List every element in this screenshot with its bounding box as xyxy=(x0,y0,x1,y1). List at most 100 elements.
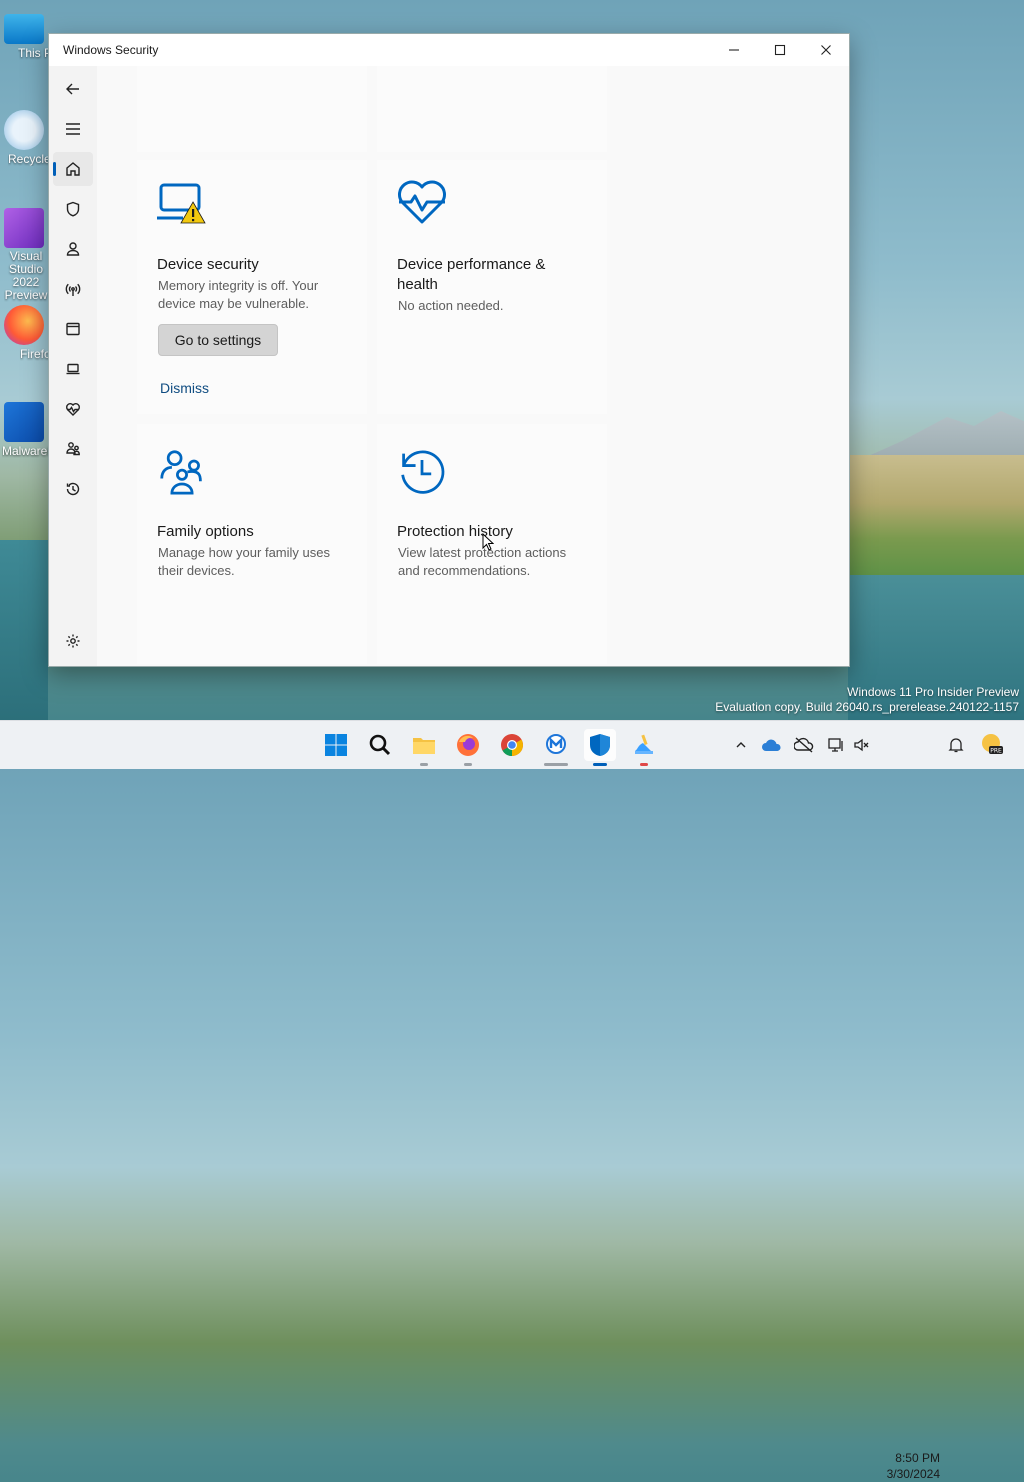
taskbar-chrome[interactable] xyxy=(496,729,528,761)
card-family-options[interactable]: Family options Manage how your family us… xyxy=(137,424,367,664)
malwarebytes-icon xyxy=(4,402,44,442)
tray-onedrive[interactable] xyxy=(762,735,782,755)
navigation-rail xyxy=(49,66,97,666)
back-button[interactable] xyxy=(53,72,93,106)
wallpaper-reeds xyxy=(848,455,1024,575)
tray-volume[interactable] xyxy=(852,735,872,755)
window-title: Windows Security xyxy=(63,43,159,57)
monitor-icon xyxy=(4,14,44,44)
search-button[interactable] xyxy=(364,729,396,761)
nav-family-options[interactable] xyxy=(53,432,93,466)
taskbar-file-explorer[interactable] xyxy=(408,729,440,766)
show-hidden-icons-button[interactable] xyxy=(731,735,751,755)
taskbar: 8:50 PM 3/30/2024 PRE xyxy=(0,720,1024,1481)
taskbar-malwarebytes[interactable] xyxy=(540,729,572,766)
taskbar-windows-security[interactable] xyxy=(584,729,616,766)
running-indicator xyxy=(640,763,648,766)
running-indicator xyxy=(544,763,568,766)
taskbar-clock[interactable]: 8:50 PM 3/30/2024 xyxy=(880,1450,940,1482)
broadcast-icon xyxy=(65,283,81,296)
close-button[interactable] xyxy=(803,34,849,66)
clock-date: 3/30/2024 xyxy=(886,1467,940,1481)
firefox-icon xyxy=(457,734,479,756)
visual-studio-icon xyxy=(4,208,44,248)
device-security-title: Device security xyxy=(157,256,259,273)
history-clock-icon xyxy=(401,450,445,494)
svg-text:PRE: PRE xyxy=(990,748,1002,755)
desktop-icon-firefox[interactable]: Firefox xyxy=(0,305,48,361)
malwarebytes-icon xyxy=(546,734,566,754)
mouse-cursor-icon xyxy=(482,533,494,551)
notifications-button[interactable] xyxy=(946,735,966,755)
firefox-icon xyxy=(4,305,44,345)
title-bar[interactable]: Windows Security xyxy=(49,34,849,66)
desktop-icon-this-pc[interactable]: This PC xyxy=(0,12,48,60)
nav-home[interactable] xyxy=(53,152,93,186)
card-device-security[interactable]: Device security Memory integrity is off.… xyxy=(137,160,367,414)
active-indicator xyxy=(593,763,607,766)
minimize-icon xyxy=(729,49,739,51)
go-to-settings-button[interactable]: Go to settings xyxy=(158,324,278,356)
nav-settings[interactable] xyxy=(53,624,93,658)
search-icon xyxy=(369,734,391,756)
nav-device-security[interactable] xyxy=(53,352,93,386)
copilot-preview-button[interactable]: PRE xyxy=(980,732,1004,756)
card-partial-right xyxy=(377,66,607,152)
family-icon xyxy=(66,442,80,456)
desktop-icon-visual-studio[interactable]: Visual Studio 2022 Preview xyxy=(0,208,48,302)
copilot-pre-icon: PRE xyxy=(982,734,1003,755)
running-indicator xyxy=(464,763,472,766)
nav-virus-protection[interactable] xyxy=(53,192,93,226)
taskbar-paint[interactable] xyxy=(628,729,660,766)
windows-security-window: Windows Security Device security Memory … xyxy=(48,33,850,667)
watermark-line2: Evaluation copy. Build 26040.rs_prerelea… xyxy=(715,700,1019,714)
watermark-line1: Windows 11 Pro Insider Preview xyxy=(847,685,1019,699)
nav-protection-history[interactable] xyxy=(53,472,93,506)
main-content: Device security Memory integrity is off.… xyxy=(97,66,849,666)
paint-icon xyxy=(635,734,653,754)
back-arrow-icon xyxy=(66,83,79,95)
chevron-up-icon xyxy=(736,742,746,748)
gear-icon xyxy=(66,634,80,648)
menu-button[interactable] xyxy=(53,112,93,146)
card-device-performance[interactable]: Device performance & health No action ne… xyxy=(377,160,607,414)
windows-logo-icon xyxy=(325,734,347,756)
nav-firewall[interactable] xyxy=(53,272,93,306)
desktop-icon-label: Recycle Bin xyxy=(8,152,48,166)
desktop-icon-label: Visual Studio 2022 Preview xyxy=(4,250,48,302)
shield-icon xyxy=(590,734,610,756)
wallpaper-water-left xyxy=(0,540,48,720)
tray-network[interactable] xyxy=(826,735,846,755)
tray-onedrive-offline[interactable] xyxy=(794,735,814,755)
os-watermark: Windows 11 Pro Insider Preview Evaluatio… xyxy=(715,685,1019,715)
maximize-icon xyxy=(774,44,786,56)
family-options-title: Family options xyxy=(157,523,254,540)
network-icon xyxy=(828,738,843,752)
nav-device-performance[interactable] xyxy=(53,392,93,426)
recycle-bin-icon xyxy=(4,110,44,150)
shield-icon xyxy=(66,201,80,217)
maximize-button[interactable] xyxy=(757,34,803,66)
nav-account-protection[interactable] xyxy=(53,232,93,266)
app-window-icon xyxy=(66,322,80,336)
desktop-icon-malwarebytes[interactable]: Malwarebytes xyxy=(0,402,48,458)
close-icon xyxy=(821,45,831,55)
nav-app-browser-control[interactable] xyxy=(53,312,93,346)
minimize-button[interactable] xyxy=(711,34,757,66)
device-security-warning-icon xyxy=(157,183,206,224)
cloud-icon xyxy=(762,739,781,751)
family-icon xyxy=(160,450,202,495)
desktop-icon-label: Malwarebytes xyxy=(2,444,48,458)
folder-icon xyxy=(413,738,435,754)
device-performance-title: Device performance & health xyxy=(397,256,546,293)
desktop-icon-recycle-bin[interactable]: Recycle Bin xyxy=(0,110,48,166)
desktop-icon-label: Firefox xyxy=(20,347,48,361)
card-partial-left xyxy=(137,66,367,152)
dismiss-link[interactable]: Dismiss xyxy=(160,380,209,396)
heart-pulse-icon xyxy=(398,180,446,224)
clock-time: 8:50 PM xyxy=(895,1451,940,1465)
start-button[interactable] xyxy=(320,729,352,761)
taskbar-firefox[interactable] xyxy=(452,729,484,766)
running-indicator xyxy=(420,763,428,766)
chrome-icon xyxy=(501,734,523,756)
